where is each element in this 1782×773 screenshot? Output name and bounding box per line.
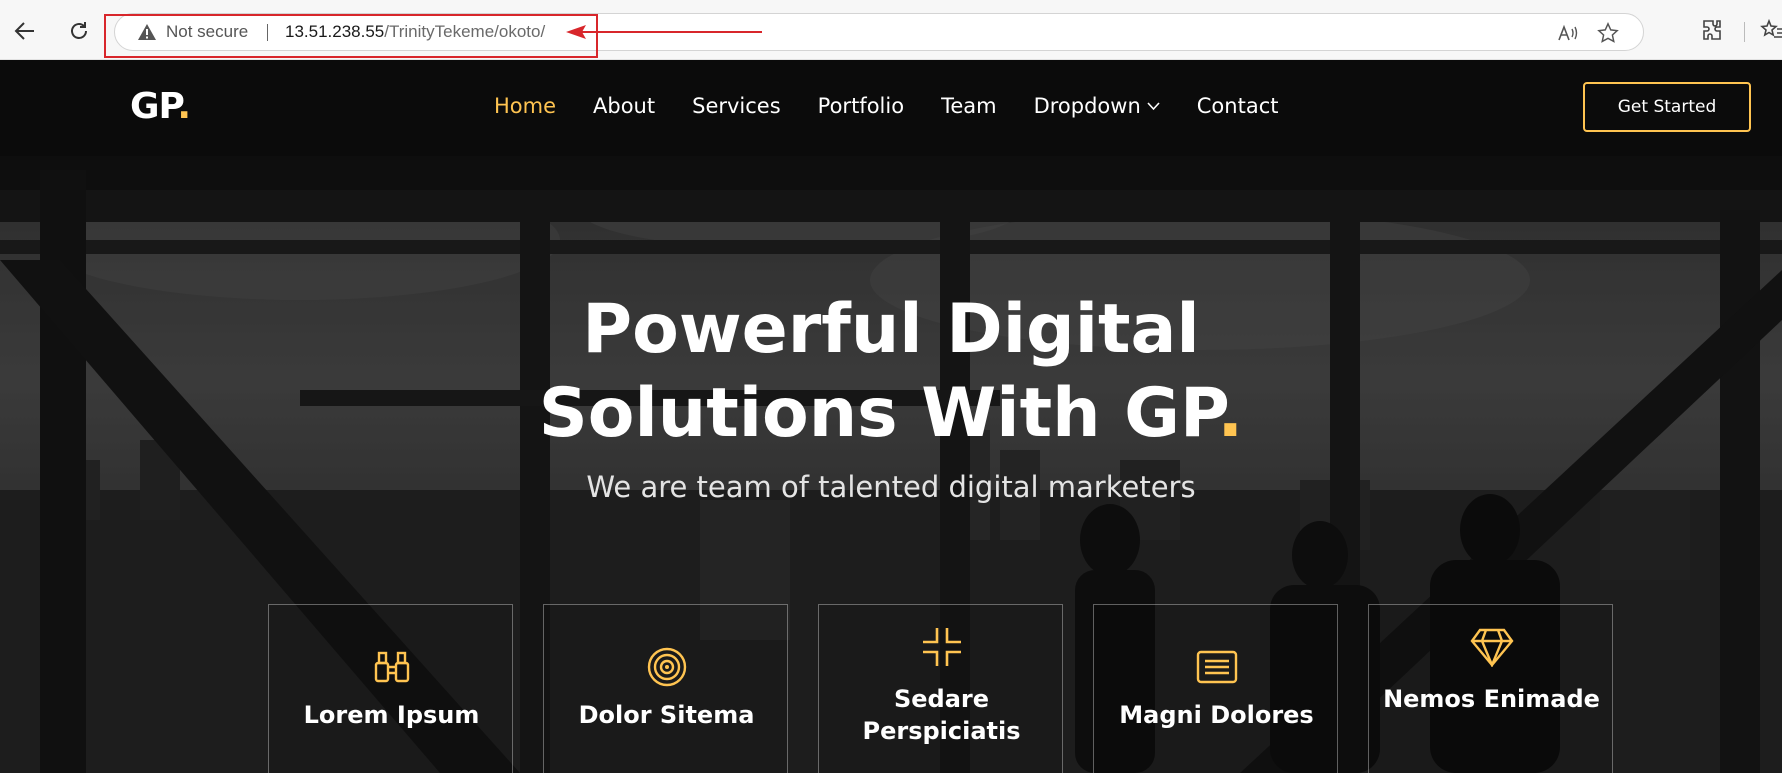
main-nav: Home About Services Portfolio Team Dropd… (494, 94, 1278, 118)
minimize-arrows-icon (819, 625, 1064, 669)
hero-title-line1: Powerful Digital (582, 290, 1200, 369)
nav-dropdown[interactable]: Dropdown (1034, 94, 1160, 118)
service-card-title: Magni Dolores (1119, 701, 1314, 729)
favorite-star-icon[interactable] (1595, 20, 1621, 46)
target-icon (544, 645, 789, 689)
hero-title-line2-wrap: Solutions With GP. (0, 372, 1782, 456)
nav-dropdown-label: Dropdown (1033, 94, 1141, 118)
service-card-title: Sedare Perspiciatis (862, 685, 1021, 745)
hero-title: Powerful Digital Solutions With GP. (0, 288, 1782, 456)
service-card-nemos-enimade[interactable]: Nemos Enimade (1368, 604, 1613, 773)
favorites-list-icon[interactable] (1760, 18, 1782, 44)
website-viewport: GP. Home About Services Portfolio Team D… (0, 60, 1782, 773)
hero-subtitle: We are team of talented digital marketer… (586, 470, 1196, 504)
annotation-highlight-box (104, 14, 598, 58)
gem-icon (1369, 625, 1614, 669)
nav-about[interactable]: About (593, 94, 655, 118)
nav-team[interactable]: Team (941, 94, 997, 118)
service-card-dolor-sitema[interactable]: Dolor Sitema (543, 604, 788, 773)
nav-portfolio[interactable]: Portfolio (818, 94, 904, 118)
service-card-magni-dolores[interactable]: Magni Dolores (1093, 604, 1338, 773)
read-aloud-icon[interactable] (1555, 20, 1581, 46)
reload-icon[interactable] (62, 14, 96, 48)
get-started-button[interactable]: Get Started (1583, 82, 1751, 132)
chevron-down-icon (1147, 99, 1160, 115)
list-card-icon (1094, 645, 1339, 689)
binoculars-icon (269, 645, 514, 689)
back-arrow-icon[interactable] (8, 14, 42, 48)
site-logo[interactable]: GP. (130, 86, 191, 127)
logo-dot: . (177, 86, 191, 127)
service-card-title: Nemos Enimade (1383, 685, 1600, 713)
nav-services[interactable]: Services (692, 94, 781, 118)
nav-contact[interactable]: Contact (1197, 94, 1279, 118)
logo-text: GP (130, 86, 178, 127)
site-header: GP. Home About Services Portfolio Team D… (0, 60, 1782, 156)
service-card-title: Dolor Sitema (578, 701, 755, 729)
nav-home[interactable]: Home (494, 94, 556, 118)
extensions-icon[interactable] (1700, 18, 1726, 44)
toolbar-separator (1744, 22, 1745, 42)
service-card-sedare-perspiciatis[interactable]: Sedare Perspiciatis (818, 604, 1063, 773)
hero-title-line2: Solutions With GP (538, 374, 1218, 453)
annotation-arrow-icon (566, 25, 762, 39)
service-cards: Lorem Ipsum Dolor Sitema Sedare Perspici… (268, 604, 1614, 773)
service-card-title: Lorem Ipsum (303, 701, 480, 729)
hero-title-dot: . (1217, 374, 1244, 453)
service-card-lorem-ipsum[interactable]: Lorem Ipsum (268, 604, 513, 773)
